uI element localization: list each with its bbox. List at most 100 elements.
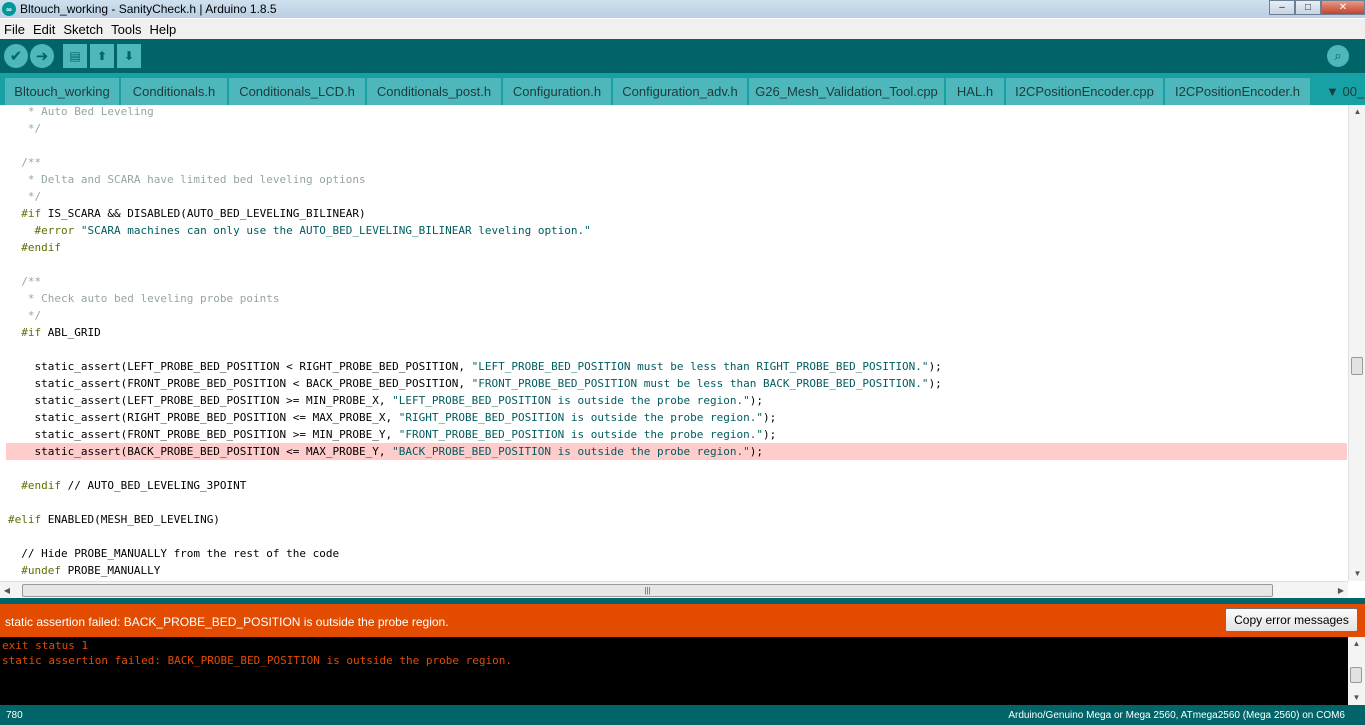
menu-tools[interactable]: Tools [107, 22, 145, 37]
console-scroll-up-arrow-icon[interactable]: ▲ [1348, 637, 1365, 651]
title-bar: ∞ Bltouch_working - SanityCheck.h | Ardu… [0, 0, 1365, 18]
tab-configuration-h[interactable]: Configuration.h [503, 78, 611, 105]
code-editor[interactable]: * Auto Bed Leveling */ /** * Delta and S… [0, 105, 1348, 581]
editor-vscroll-thumb[interactable] [1351, 357, 1363, 375]
window-title: Bltouch_working - SanityCheck.h | Arduin… [20, 2, 277, 16]
code-token: // AUTO_BED_LEVELING_3POINT [60, 479, 247, 492]
maximize-button[interactable]: □ [1295, 0, 1321, 15]
code-token: PROBE_MANUALLY [60, 564, 161, 577]
arrow-right-icon: ➜ [35, 48, 49, 65]
magnifier-icon: ⌕ [1334, 48, 1342, 63]
tab-conditionals-lcd-h[interactable]: Conditionals_LCD.h [229, 78, 365, 105]
code-token: #undef [8, 564, 61, 577]
scroll-down-arrow-icon[interactable]: ▼ [1349, 567, 1365, 581]
menu-edit[interactable]: Edit [29, 22, 59, 37]
arrow-up-icon: ⬆ [96, 49, 108, 63]
code-line: #error "SCARA machines can only use the … [8, 222, 591, 239]
code-line: /** [8, 273, 41, 290]
code-line: static_assert(FRONT_PROBE_BED_POSITION <… [8, 375, 942, 392]
code-line: * Check auto bed leveling probe points [8, 290, 280, 307]
close-button[interactable]: ✕ [1321, 0, 1365, 15]
code-line-error-highlight: static_assert(BACK_PROBE_BED_POSITION <=… [6, 443, 1347, 460]
code-token: ); [762, 411, 777, 424]
console-vscroll-thumb[interactable] [1350, 667, 1362, 683]
code-line: #if IS_SCARA && DISABLED(AUTO_BED_LEVELI… [8, 205, 365, 222]
error-bar: static assertion failed: BACK_PROBE_BED_… [0, 604, 1365, 637]
tab-conditionals-post-h[interactable]: Conditionals_post.h [367, 78, 501, 105]
code-line: */ [8, 188, 41, 205]
code-token: static_assert(RIGHT_PROBE_BED_POSITION <… [8, 411, 399, 424]
code-token: #if [8, 207, 42, 220]
tab-bar: Bltouch_working Conditionals.h Condition… [0, 73, 1365, 105]
upload-button[interactable]: ➜ [30, 44, 54, 68]
status-bar: 780 Arduino/Genuino Mega or Mega 2560, A… [0, 705, 1365, 725]
code-token: "SCARA machines can only use the AUTO_BE… [80, 224, 591, 237]
copy-error-messages-button[interactable]: Copy error messages [1225, 608, 1358, 632]
code-token: "FRONT_PROBE_BED_POSITION must be less t… [471, 377, 929, 390]
code-line: static_assert(LEFT_PROBE_BED_POSITION < … [8, 358, 942, 375]
tab-hal-h[interactable]: HAL.h [946, 78, 1004, 105]
code-token: #error [8, 224, 75, 237]
code-line: #elif ENABLED(MESH_BED_LEVELING) [8, 511, 220, 528]
code-line: * Auto Bed Leveling [8, 105, 154, 120]
console-vertical-scrollbar[interactable]: ▲ ▼ [1348, 637, 1365, 705]
tab-i2cpositionencoder-cpp[interactable]: I2CPositionEncoder.cpp [1006, 78, 1163, 105]
line-number: 780 [6, 710, 23, 721]
code-token: ); [749, 445, 763, 458]
code-line: #if ABL_GRID [8, 324, 101, 341]
menu-file[interactable]: File [0, 22, 29, 37]
scroll-left-arrow-icon[interactable]: ◀ [0, 582, 14, 599]
console-scroll-down-arrow-icon[interactable]: ▼ [1348, 691, 1365, 705]
tab-bltouch-working[interactable]: Bltouch_working [5, 78, 119, 105]
code-line: /** [8, 154, 41, 171]
code-token: #endif [8, 479, 61, 492]
editor-hscroll-thumb[interactable]: ||| [22, 584, 1273, 597]
code-token: ); [928, 377, 942, 390]
code-token: "LEFT_PROBE_BED_POSITION must be less th… [471, 360, 929, 373]
code-token: ); [928, 360, 942, 373]
tab-overflow-menu[interactable]: ▼ 00_ [1320, 78, 1365, 105]
menu-sketch[interactable]: Sketch [59, 22, 107, 37]
window-controls: – □ ✕ [1269, 0, 1365, 15]
error-message: static assertion failed: BACK_PROBE_BED_… [5, 615, 449, 629]
scroll-up-arrow-icon[interactable]: ▲ [1349, 105, 1365, 119]
code-token: #if [8, 326, 42, 339]
board-info: Arduino/Genuino Mega or Mega 2560, ATmeg… [1008, 710, 1345, 721]
code-token: static_assert(BACK_PROBE_BED_POSITION <=… [8, 445, 393, 458]
save-sketch-button[interactable]: ⬇ [117, 44, 141, 68]
code-token: /** [8, 156, 42, 169]
code-line: static_assert(RIGHT_PROBE_BED_POSITION <… [8, 409, 776, 426]
code-line: #undef PROBE_MANUALLY [8, 562, 160, 579]
new-sketch-button[interactable]: ▤ [63, 44, 87, 68]
editor-horizontal-scrollbar[interactable]: ◀ ||| ▶ [0, 581, 1348, 598]
code-token: * Check auto bed leveling probe points [8, 292, 280, 305]
verify-button[interactable]: ✔ [4, 44, 28, 68]
code-token: #elif [8, 513, 42, 526]
tab-configuration-adv-h[interactable]: Configuration_adv.h [613, 78, 747, 105]
code-token: "LEFT_PROBE_BED_POSITION is outside the … [392, 394, 750, 407]
console-output[interactable]: exit status 1 static assertion failed: B… [0, 637, 1348, 705]
arduino-logo-icon: ∞ [2, 2, 16, 16]
scroll-right-arrow-icon[interactable]: ▶ [1334, 582, 1348, 599]
serial-monitor-button[interactable]: ⌕ [1327, 45, 1349, 67]
check-icon: ✔ [9, 48, 23, 65]
code-line: */ [8, 120, 41, 137]
code-token: ENABLED(MESH_BED_LEVELING) [41, 513, 220, 526]
open-sketch-button[interactable]: ⬆ [90, 44, 114, 68]
code-line: #endif [8, 239, 61, 256]
code-line: * Delta and SCARA have limited bed level… [8, 171, 366, 188]
menu-help[interactable]: Help [145, 22, 180, 37]
tab-conditionals-h[interactable]: Conditionals.h [121, 78, 227, 105]
minimize-button[interactable]: – [1269, 0, 1295, 15]
code-token: */ [8, 190, 42, 203]
code-token: static_assert(LEFT_PROBE_BED_POSITION < … [8, 360, 472, 373]
tab-i2cpositionencoder-h[interactable]: I2CPositionEncoder.h [1165, 78, 1310, 105]
arrow-down-icon: ⬇ [123, 49, 135, 63]
code-token: /** [8, 275, 42, 288]
tab-g26-mesh-validation-tool-cpp[interactable]: G26_Mesh_Validation_Tool.cpp [749, 78, 944, 105]
editor-vertical-scrollbar[interactable]: ▲ ▼ [1348, 105, 1365, 581]
code-token: static_assert(FRONT_PROBE_BED_POSITION >… [8, 428, 399, 441]
code-line: */ [8, 307, 41, 324]
code-token: ABL_GRID [41, 326, 101, 339]
